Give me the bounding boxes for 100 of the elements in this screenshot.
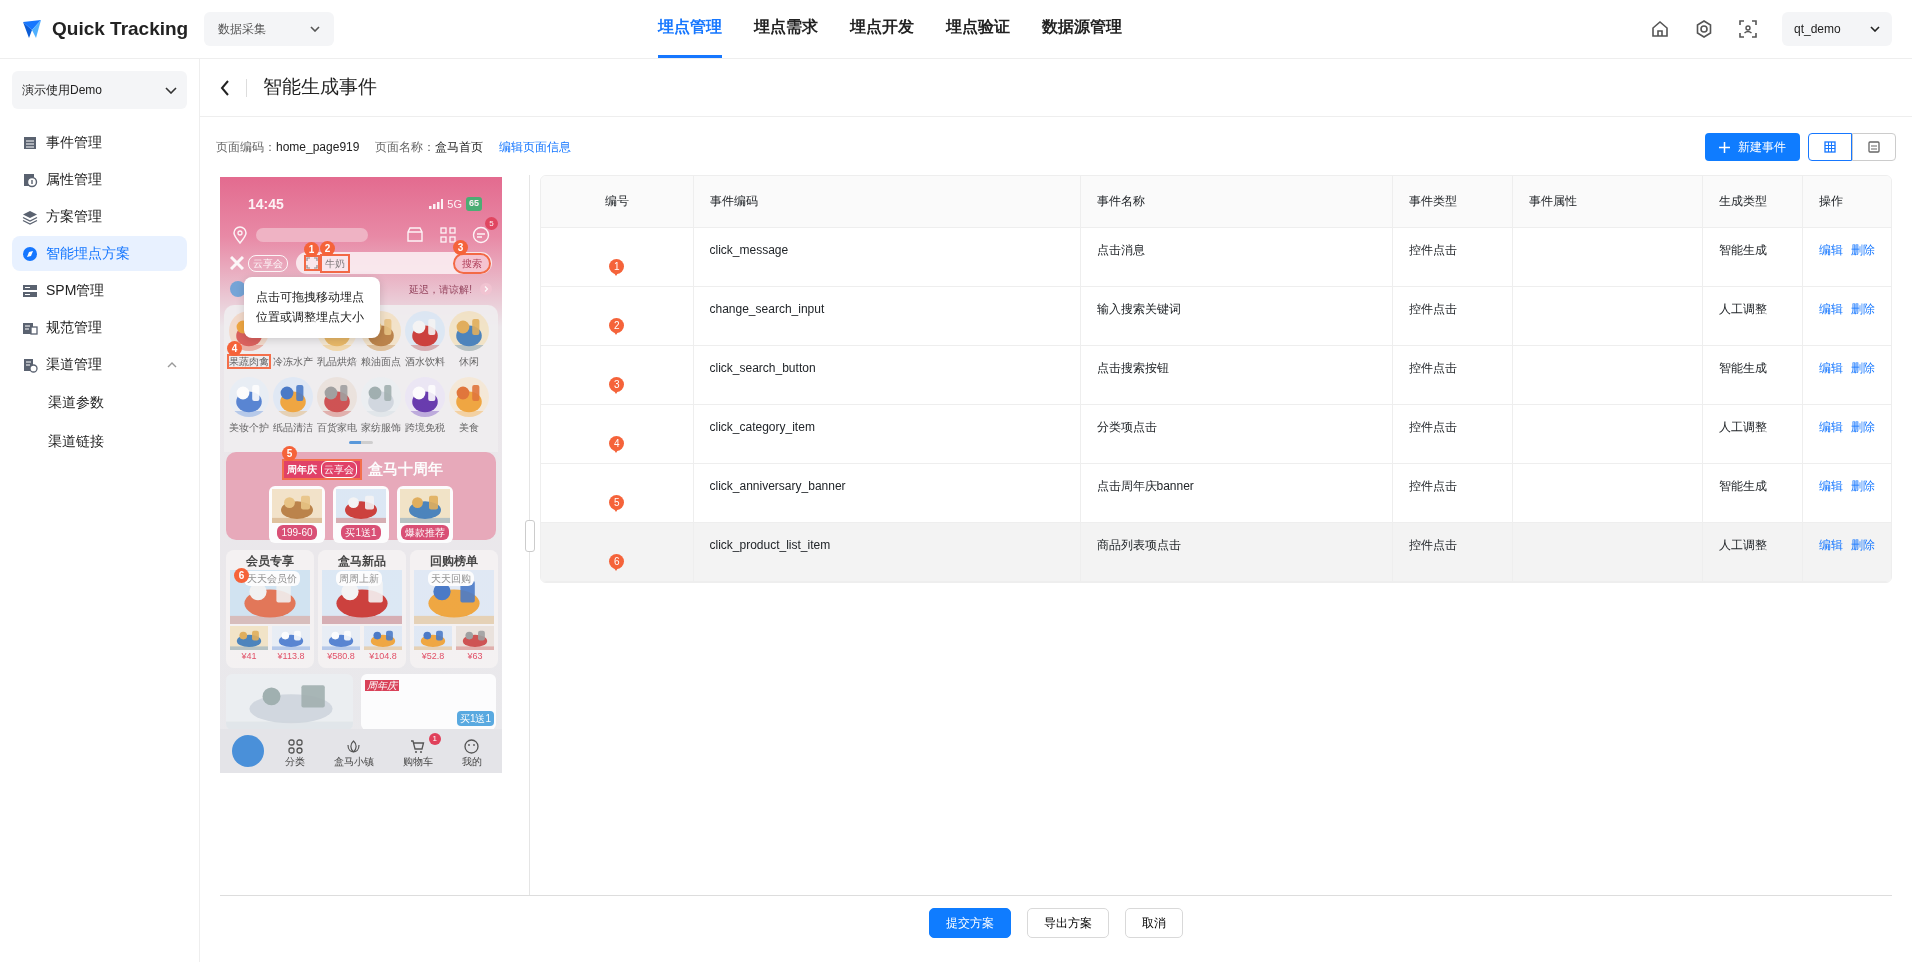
- section-title: 回购榜单: [429, 553, 479, 570]
- secondary-button[interactable]: 取消: [1125, 908, 1183, 938]
- category-label[interactable]: 粮油面点: [361, 356, 401, 367]
- delete-link[interactable]: 删除: [1850, 360, 1875, 375]
- sidebar-item[interactable]: 渠道管理: [12, 347, 187, 382]
- sidebar-subitem[interactable]: 渠道参数: [12, 384, 187, 421]
- cart-badge: 1: [428, 733, 441, 745]
- column-header: 生成类型: [1702, 176, 1802, 227]
- secondary-button[interactable]: 导出方案: [1027, 908, 1109, 938]
- delete-link[interactable]: 删除: [1850, 537, 1875, 552]
- edit-page-link[interactable]: 编辑页面信息: [499, 138, 572, 156]
- logo-text: Quick Tracking: [52, 16, 189, 41]
- sidebar-item[interactable]: 方案管理: [12, 199, 187, 234]
- category-label[interactable]: 纸品清洁: [273, 422, 313, 433]
- table-row[interactable]: 1 click_message 点击消息 控件点击 智能生成 编辑 删除: [541, 227, 1891, 286]
- settings-icon[interactable]: [1694, 19, 1714, 39]
- table-cell: 分类项点击: [1096, 419, 1157, 434]
- table-cell: change_search_input: [709, 301, 825, 316]
- sidebar-item[interactable]: 规范管理: [12, 310, 187, 345]
- section-title: 会员专享: [245, 553, 295, 570]
- category-label[interactable]: 休闲: [459, 356, 479, 367]
- marker-badge[interactable]: 3: [453, 239, 468, 255]
- delete-link[interactable]: 删除: [1850, 242, 1875, 257]
- sidebar-item[interactable]: 事件管理: [12, 125, 187, 160]
- tab-bar-item[interactable]: 购物车 1: [394, 733, 441, 769]
- sidebar-item[interactable]: SPM管理: [12, 273, 187, 308]
- table-cell: 点击搜索按钮: [1096, 360, 1169, 375]
- search-value: 牛奶: [322, 255, 348, 271]
- table-cell: 点击周年庆banner: [1096, 478, 1194, 493]
- table-row[interactable]: 2 change_search_input 输入搜索关键词 控件点击 人工调整 编辑 删除: [541, 286, 1891, 345]
- nav-tab[interactable]: 埋点验证: [946, 0, 1011, 58]
- search-field[interactable]: 牛奶 搜索: [296, 252, 492, 274]
- category-label[interactable]: 家纺服饰: [361, 422, 401, 433]
- tab-bar-item[interactable]: 盒马小镇: [326, 733, 382, 769]
- table-row[interactable]: 6 click_product_list_item 商品列表项点击 控件点击 人工调整 编辑 删除: [541, 522, 1891, 581]
- location-icon: [232, 226, 248, 244]
- network-label: 5G: [447, 196, 462, 212]
- grid-icon: [1824, 141, 1836, 153]
- category-label[interactable]: 果蔬肉禽: [229, 356, 269, 367]
- edit-link[interactable]: 编辑: [1818, 478, 1843, 493]
- nav-tab[interactable]: 埋点管理: [658, 0, 723, 58]
- product-tag: 周周上新: [336, 571, 382, 586]
- column-header: 事件名称: [1080, 176, 1392, 227]
- delete-link[interactable]: 删除: [1850, 301, 1875, 316]
- price-text: ¥113.8: [277, 650, 305, 663]
- promo-badge: 买1送1: [456, 710, 494, 726]
- user-menu[interactable]: qt_demo: [1782, 12, 1892, 46]
- edit-link[interactable]: 编辑: [1818, 242, 1843, 257]
- leaf-icon: [346, 739, 362, 754]
- search-button[interactable]: 搜索: [455, 254, 489, 272]
- banner-card-label: 199-60: [277, 524, 317, 540]
- table-cell: 输入搜索关键词: [1096, 301, 1181, 316]
- view-toggle[interactable]: [1852, 133, 1896, 161]
- page-title: 智能生成事件: [263, 75, 377, 100]
- view-toggle[interactable]: [1808, 133, 1852, 161]
- back-icon[interactable]: [220, 79, 230, 96]
- table-row[interactable]: 4 click_category_item 分类项点击 控件点击 人工调整 编辑 删除: [541, 404, 1891, 463]
- new-event-button[interactable]: 新建事件: [1705, 133, 1800, 161]
- edit-link[interactable]: 编辑: [1818, 537, 1843, 552]
- tab-bar-item[interactable]: 分类: [277, 733, 314, 769]
- nav-tab[interactable]: 埋点开发: [850, 0, 915, 58]
- compass-icon: [22, 245, 38, 262]
- table-cell: 控件点击: [1408, 242, 1457, 257]
- list-icon: [22, 134, 38, 151]
- edit-link[interactable]: 编辑: [1818, 419, 1843, 434]
- category-label[interactable]: 跨境免税: [405, 422, 445, 433]
- resize-handle[interactable]: [525, 520, 535, 552]
- mascot-icon[interactable]: [232, 735, 265, 767]
- table-cell: 控件点击: [1408, 360, 1457, 375]
- category-label[interactable]: 乳品烘焙: [317, 356, 357, 367]
- nav-tab[interactable]: 埋点需求: [754, 0, 819, 58]
- hint-tooltip: 点击可拖拽移动埋点位置或调整埋点大小: [244, 277, 380, 338]
- home-icon[interactable]: [1650, 19, 1670, 39]
- sidebar-item[interactable]: 智能埋点方案: [12, 236, 187, 271]
- tab-bar-item[interactable]: 我的: [453, 733, 490, 769]
- scan-icon[interactable]: [1738, 19, 1758, 39]
- table-cell: 人工调整: [1718, 301, 1767, 316]
- table-row[interactable]: 5 click_anniversary_banner 点击周年庆banner 控件点击 智能生成 编辑 删除: [541, 463, 1891, 522]
- delete-link[interactable]: 删除: [1850, 419, 1875, 434]
- info-icon: [22, 171, 38, 188]
- sidebar-item[interactable]: 属性管理: [12, 162, 187, 197]
- edit-link[interactable]: 编辑: [1818, 301, 1843, 316]
- table-row[interactable]: 3 click_search_button 点击搜索按钮 控件点击 智能生成 编辑 删除: [541, 345, 1891, 404]
- category-label[interactable]: 冷冻水产: [273, 356, 313, 367]
- table-cell: click_product_list_item: [709, 537, 831, 552]
- project-select[interactable]: 演示使用Demo: [12, 71, 187, 109]
- arrow-right-icon: [480, 283, 492, 295]
- category-icon: [287, 739, 303, 754]
- sidebar-subitem[interactable]: 渠道链接: [12, 423, 187, 460]
- category-label[interactable]: 酒水饮料: [405, 356, 445, 367]
- smiley-icon: [464, 739, 480, 754]
- category-label[interactable]: 美妆个护: [229, 422, 269, 433]
- nav-tab[interactable]: 数据源管理: [1042, 0, 1123, 58]
- category-label[interactable]: 百货家电: [317, 422, 357, 433]
- category-label[interactable]: 美食: [459, 422, 479, 433]
- edit-link[interactable]: 编辑: [1818, 360, 1843, 375]
- workspace-select[interactable]: 数据采集: [204, 12, 335, 46]
- promo-tag: 周年庆: [365, 679, 399, 691]
- submit-button[interactable]: 提交方案: [929, 908, 1011, 938]
- delete-link[interactable]: 删除: [1850, 478, 1875, 493]
